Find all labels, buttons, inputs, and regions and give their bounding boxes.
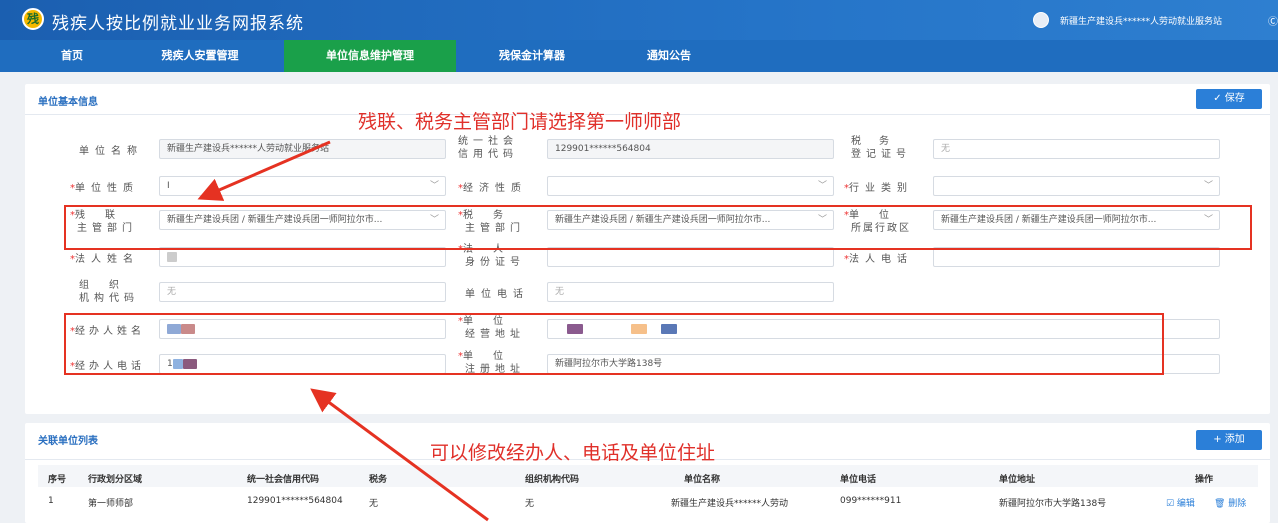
column-header: 单位地址	[999, 475, 1036, 485]
nav-item-placement[interactable]: 残疾人安置管理	[140, 40, 260, 72]
chevron-down-icon: ﹀	[429, 181, 439, 191]
column-header: 单位名称	[684, 475, 721, 485]
highlight-box-departments	[64, 205, 1252, 250]
unit-phone-field[interactable]: 无	[547, 282, 834, 302]
chevron-down-icon: ﹀	[1203, 181, 1213, 191]
label-org-code-b: 机构代码	[79, 293, 139, 304]
label-legal-phone: *法人电话	[844, 254, 913, 265]
table-cell: 无	[369, 499, 379, 509]
main-nav: 首页 残疾人安置管理 单位信息维护管理 残保金计算器 通知公告	[0, 40, 1278, 72]
nav-item-notices[interactable]: 通知公告	[624, 40, 714, 72]
column-header: 单位电话	[840, 475, 877, 485]
highlight-box-contact	[64, 313, 1164, 375]
unit-name-field[interactable]: 新疆生产建设兵******人劳动就业服务站	[159, 139, 446, 159]
label-credit-code-a: 统一社会	[458, 136, 518, 147]
label-org-code-a: 组织	[79, 280, 139, 291]
nav-item-unit-info[interactable]: 单位信息维护管理	[284, 40, 456, 72]
label-credit-code-b: 信用代码	[458, 149, 518, 160]
unit-nature-select[interactable]: I ﹀	[159, 176, 446, 196]
label-legal-name: *法人姓名	[70, 254, 139, 265]
table-header	[38, 465, 1258, 487]
legal-id-field[interactable]	[547, 247, 834, 267]
credit-code-field[interactable]: 129901******564804	[547, 139, 834, 159]
app-logo: 残	[22, 8, 44, 30]
label-industry: *行业类别	[844, 183, 913, 194]
section-title: 关联单位列表	[38, 436, 98, 447]
logout-icon[interactable]: Ⓒ	[1268, 13, 1278, 28]
table-cell: 129901******564804	[247, 496, 343, 506]
column-header: 税务	[369, 475, 388, 485]
org-code-field[interactable]: 无	[159, 282, 446, 302]
legal-phone-field[interactable]	[933, 247, 1220, 267]
chevron-down-icon: ﹀	[817, 181, 827, 191]
table-cell: 新疆阿拉尔市大学路138号	[999, 499, 1107, 509]
add-button[interactable]: + 添加	[1196, 430, 1262, 450]
table-cell: 1	[48, 496, 54, 506]
user-name[interactable]: 新疆生产建设兵******人劳动就业服务站	[1060, 14, 1222, 27]
industry-select[interactable]: ﹀	[933, 176, 1220, 196]
label-unit-phone: 单位电话	[465, 289, 529, 300]
column-header: 统一社会信用代码	[247, 475, 320, 485]
column-header: 组织机构代码	[525, 475, 580, 485]
section-title: 单位基本信息	[38, 97, 98, 108]
delete-button[interactable]: 🗑 删除	[1214, 496, 1246, 509]
save-button[interactable]: ✓ 保存	[1196, 89, 1262, 109]
label-tax-reg-b: 登记证号	[851, 149, 911, 160]
user-avatar-icon[interactable]	[1033, 12, 1049, 28]
column-header: 行政划分区域	[88, 475, 143, 485]
edit-button[interactable]: ☑ 编辑	[1166, 496, 1195, 509]
app-title: 残疾人按比例就业业务网报系统	[52, 14, 304, 34]
annotation-top: 残联、税务主管部门请选择第一师师部	[358, 111, 682, 133]
label-legal-id-b: 身份证号	[465, 257, 525, 268]
column-header: 操作	[1195, 475, 1214, 485]
annotation-bottom: 可以修改经办人、电话及单位住址	[430, 442, 716, 464]
column-header: 序号	[48, 475, 67, 485]
nav-item-home[interactable]: 首页	[40, 40, 104, 72]
label-unit-nature: *单位性质	[70, 183, 139, 194]
table-cell: 099******911	[840, 496, 902, 506]
nav-item-calculator[interactable]: 残保金计算器	[480, 40, 584, 72]
label-unit-name: 单位名称	[79, 146, 143, 157]
label-tax-reg-a: 税务	[851, 136, 907, 147]
label-econ-nature: *经济性质	[458, 183, 527, 194]
app-header: 残 残疾人按比例就业业务网报系统 新疆生产建设兵******人劳动就业服务站 Ⓒ	[0, 0, 1278, 40]
table-cell: 无	[525, 499, 535, 509]
econ-nature-select[interactable]: ﹀	[547, 176, 834, 196]
table-cell: 第一师师部	[88, 499, 134, 509]
legal-name-field[interactable]	[159, 247, 446, 267]
tax-reg-field[interactable]: 无	[933, 139, 1220, 159]
table-cell: 新疆生产建设兵******人劳动	[671, 499, 789, 509]
